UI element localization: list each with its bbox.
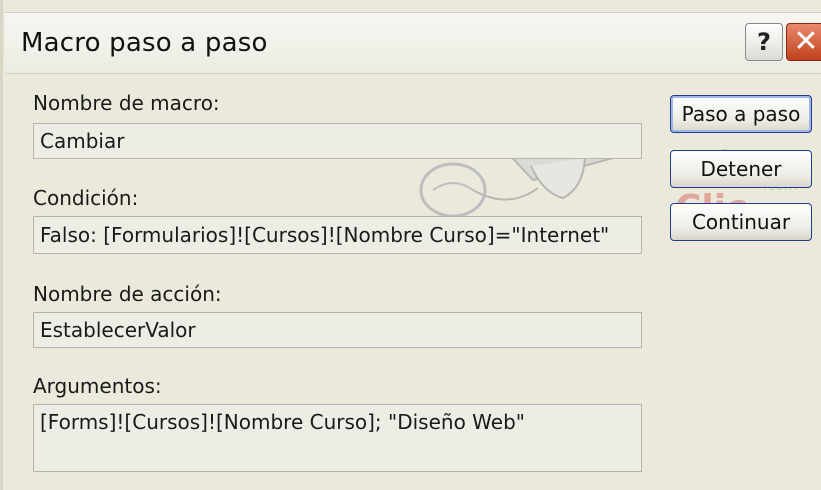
macro-name-label: Nombre de macro:: [33, 91, 220, 115]
help-icon: ?: [757, 28, 771, 56]
macro-step-dialog: Macro paso a paso ? ✕ aula Clic .com Nom…: [0, 0, 821, 490]
stop-button[interactable]: Detener: [670, 150, 812, 188]
action-name-label: Nombre de acción:: [33, 282, 222, 306]
action-name-field: EstablecerValor: [33, 312, 642, 348]
macro-name-field: Cambiar: [33, 123, 642, 159]
close-icon: ✕: [793, 24, 819, 59]
step-button[interactable]: Paso a paso: [670, 95, 812, 133]
continue-button[interactable]: Continuar: [670, 203, 812, 241]
arguments-field: [Forms]![Cursos]![Nombre Curso]; "Diseño…: [33, 404, 642, 472]
title-bar: Macro paso a paso ? ✕: [5, 12, 821, 74]
window-title: Macro paso a paso: [21, 28, 268, 58]
arguments-label: Argumentos:: [33, 374, 162, 398]
help-button[interactable]: ?: [745, 23, 783, 61]
close-button[interactable]: ✕: [786, 23, 821, 61]
condition-field: Falso: [Formularios]![Cursos]![Nombre Cu…: [33, 216, 642, 254]
condition-label: Condición:: [33, 186, 139, 210]
